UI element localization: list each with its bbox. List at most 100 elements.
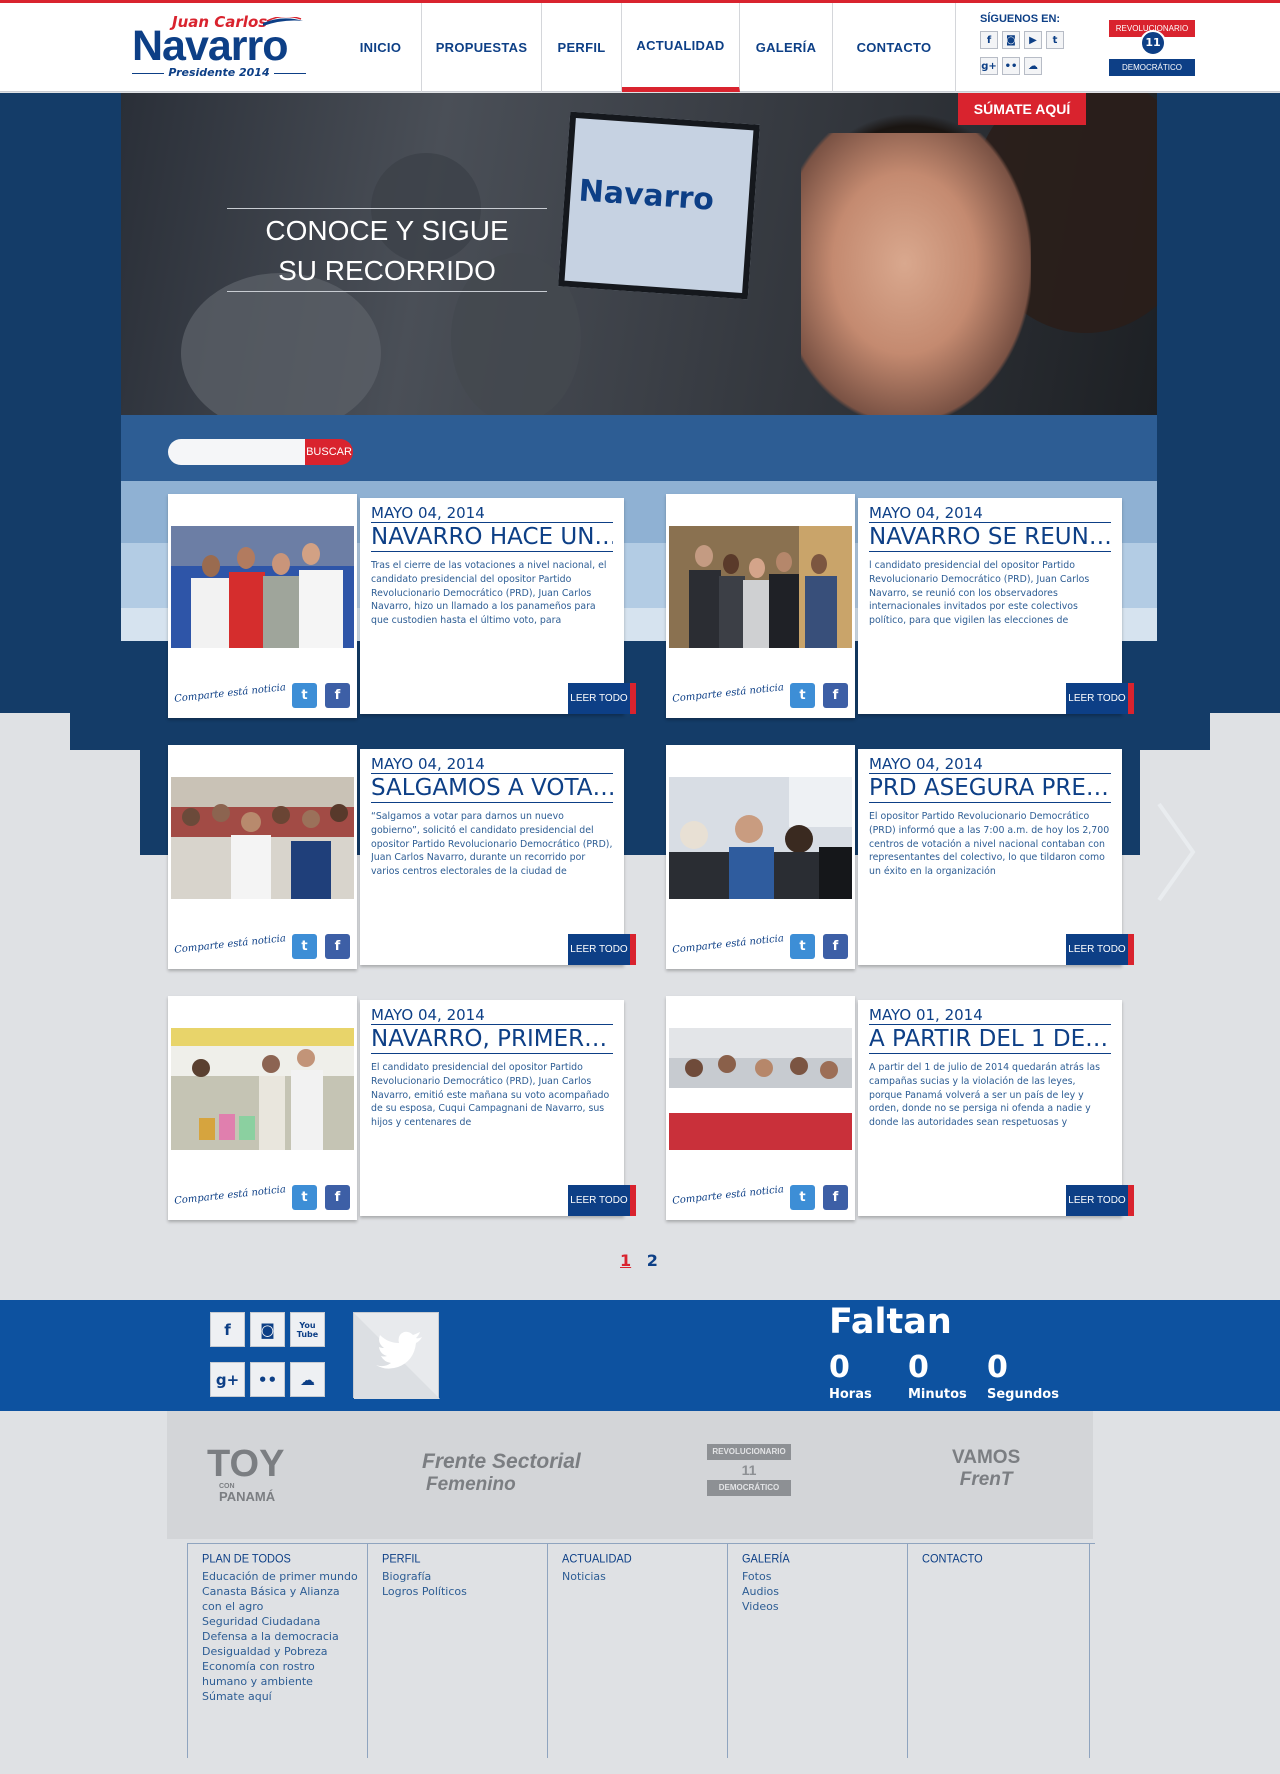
news-photo[interactable] [171, 1028, 354, 1150]
nav-item-actualidad[interactable]: ACTUALIDAD [622, 3, 740, 92]
read-more-button[interactable]: LEER TODO [568, 934, 636, 965]
facebook-icon[interactable]: f [210, 1312, 245, 1347]
twitter-share-icon[interactable]: t [292, 1185, 317, 1210]
footer-link[interactable]: Logros Políticos [382, 1584, 547, 1599]
nav-item-perfil[interactable]: PERFIL [542, 3, 622, 92]
frente-sectorial-femenino-logo[interactable]: Frente Sectorial Femenino [422, 1450, 581, 1496]
read-more-button[interactable]: LEER TODO [568, 1185, 636, 1216]
youtube-icon[interactable]: You Tube [290, 1312, 325, 1347]
search-input[interactable] [168, 439, 308, 465]
footer-link[interactable]: Seguridad Ciudadana [202, 1614, 367, 1629]
footer-link[interactable]: Defensa a la democracia [202, 1629, 367, 1644]
twitter-share-icon[interactable]: t [790, 1185, 815, 1210]
page-2-link[interactable]: 2 [647, 1251, 658, 1270]
news-title[interactable]: NAVARRO SE REUN… [869, 522, 1111, 552]
flickr-icon[interactable]: •• [1002, 57, 1020, 75]
news-excerpt: “Salgamos a votar para darnos un nuevo g… [371, 811, 613, 878]
minutes-label: Minutos [908, 1387, 967, 1402]
news-photo[interactable] [171, 777, 354, 899]
read-more-button[interactable]: LEER TODO [1066, 683, 1134, 714]
footer-link[interactable]: Economía con rostro [202, 1659, 367, 1674]
twitter-share-icon[interactable]: t [292, 683, 317, 708]
facebook-share-icon[interactable]: f [325, 1185, 350, 1210]
news-card: Comparte está noticia t f MAYO 04, 2014 … [168, 996, 666, 1222]
footer-link[interactable]: Educación de primer mundo [202, 1569, 367, 1584]
facebook-share-icon[interactable]: f [823, 683, 848, 708]
news-date: MAYO 04, 2014 [371, 504, 485, 522]
footer-col-title[interactable]: ACTUALIDAD [562, 1552, 727, 1565]
google-plus-icon[interactable]: g+ [980, 57, 998, 75]
share-label: Comparte está noticia [671, 933, 785, 956]
footer-link[interactable]: Noticias [562, 1569, 727, 1584]
flickr-icon[interactable]: •• [250, 1362, 285, 1397]
page-1-link[interactable]: 1 [620, 1251, 631, 1270]
prd-party-logo[interactable]: REVOLUCIONARIO 11 DEMOCRÁTICO [1109, 20, 1195, 76]
prd-partner-logo[interactable]: REVOLUCIONARIO 11 DEMOCRÁTICO [707, 1444, 791, 1496]
party-logo-mid: 11 [1109, 30, 1195, 59]
news-photo[interactable] [669, 1028, 852, 1150]
footer-link[interactable]: humano y ambiente [202, 1674, 367, 1689]
search-button[interactable]: BUSCAR [305, 439, 353, 465]
google-plus-icon[interactable]: g+ [210, 1362, 245, 1397]
news-photo[interactable] [669, 777, 852, 899]
news-card: Comparte está noticia t f MAYO 04, 2014 … [666, 494, 1164, 720]
campaign-logo[interactable]: Juan Carlos Navarro Presidente 2014 [130, 13, 310, 83]
news-title[interactable]: PRD ASEGURA PRE… [869, 773, 1111, 803]
follow-icons: f ◙ ▶ t g+ •• ☁ [980, 31, 1070, 79]
campaign-screen: Navarro [558, 111, 760, 300]
vamos-frente-logo[interactable]: VAMOS FrenT [952, 1447, 1020, 1491]
nav-item-galeria[interactable]: GALERÍA [740, 3, 833, 92]
next-arrow-icon[interactable] [1153, 800, 1198, 905]
nav-item-inicio[interactable]: INICIO [340, 3, 422, 92]
twitter-share-icon[interactable]: t [292, 934, 317, 959]
news-photo[interactable] [171, 526, 354, 648]
instagram-icon[interactable]: ◙ [1002, 31, 1020, 49]
footer-col-title[interactable]: CONTACTO [922, 1552, 1089, 1565]
footer-link[interactable]: Videos [742, 1599, 907, 1614]
footer-link[interactable]: Biografía [382, 1569, 547, 1584]
instagram-icon[interactable]: ◙ [250, 1312, 285, 1347]
frente-logo-line-1: Frente Sectorial [422, 1450, 581, 1473]
news-text-panel: MAYO 04, 2014 PRD ASEGURA PRE… El oposit… [858, 749, 1122, 965]
soundcloud-icon[interactable]: ☁ [1024, 57, 1042, 75]
facebook-share-icon[interactable]: f [823, 934, 848, 959]
facebook-share-icon[interactable]: f [325, 683, 350, 708]
pagination: 1 2 [620, 1251, 668, 1270]
facebook-icon[interactable]: f [980, 31, 998, 49]
footer-col-title[interactable]: GALERÍA [742, 1552, 907, 1565]
read-more-button[interactable]: LEER TODO [1066, 1185, 1134, 1216]
facebook-share-icon[interactable]: f [823, 1185, 848, 1210]
news-title[interactable]: NAVARRO HACE UN… [371, 522, 613, 552]
news-image-panel: Comparte está noticia t f [666, 996, 855, 1220]
nav-item-propuestas[interactable]: PROPUESTAS [422, 3, 542, 92]
footer-link[interactable]: con el agro [202, 1599, 367, 1614]
twitter-feed-box[interactable] [353, 1312, 440, 1399]
soundcloud-icon[interactable]: ☁ [290, 1362, 325, 1397]
twitter-icon[interactable]: t [1046, 31, 1064, 49]
footer-link[interactable]: Súmate aquí [202, 1689, 367, 1704]
read-more-button[interactable]: LEER TODO [1066, 934, 1134, 965]
main-nav: INICIO PROPUESTAS PERFIL ACTUALIDAD GALE… [340, 3, 956, 92]
countdown-seconds: 0 Segundos [987, 1350, 1059, 1404]
countdown-hours: 0 Horas [829, 1350, 872, 1404]
footer-link[interactable]: Desigualdad y Pobreza [202, 1644, 367, 1659]
footer-col-title[interactable]: PLAN DE TODOS [202, 1552, 367, 1565]
twitter-share-icon[interactable]: t [790, 683, 815, 708]
news-title[interactable]: NAVARRO, PRIMER… [371, 1024, 613, 1054]
news-title[interactable]: A PARTIR DEL 1 DE… [869, 1024, 1111, 1054]
twitter-share-icon[interactable]: t [790, 934, 815, 959]
youtube-icon[interactable]: ▶ [1024, 31, 1042, 49]
sumate-button[interactable]: SÚMATE AQUÍ [958, 93, 1086, 125]
site-header: Juan Carlos Navarro Presidente 2014 INIC… [0, 0, 1280, 92]
nav-item-contacto[interactable]: CONTACTO [833, 3, 956, 92]
read-more-button[interactable]: LEER TODO [568, 683, 636, 714]
footer-link[interactable]: Canasta Básica y Alianza [202, 1584, 367, 1599]
footer-link[interactable]: Audios [742, 1584, 907, 1599]
footer-link[interactable]: Fotos [742, 1569, 907, 1584]
facebook-share-icon[interactable]: f [325, 934, 350, 959]
toy-con-panama-logo[interactable]: TOY CON PANAMÁ [207, 1445, 317, 1504]
news-title[interactable]: SALGAMOS A VOTA… [371, 773, 613, 803]
footer-col-title[interactable]: PERFIL [382, 1552, 547, 1565]
news-photo[interactable] [669, 526, 852, 648]
follow-us: SÍGUENOS EN: f ◙ ▶ t g+ •• ☁ [980, 13, 1070, 79]
